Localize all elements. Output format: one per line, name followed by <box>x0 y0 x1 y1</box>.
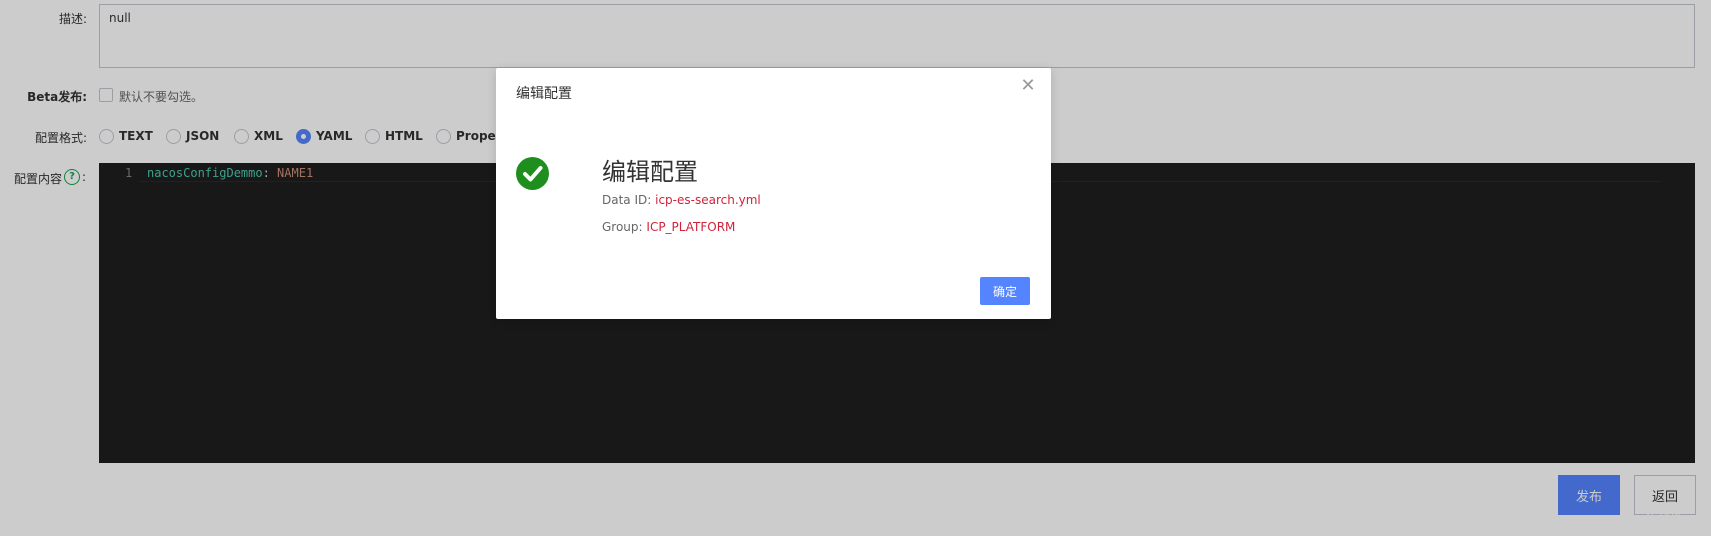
data-id-value: icp-es-search.yml <box>655 193 761 207</box>
group-row: Group: ICP_PLATFORM <box>602 220 735 234</box>
edit-config-dialog: 编辑配置 ✕ 编辑配置 Data ID: icp-es-search.yml G… <box>496 68 1051 319</box>
message-title: 编辑配置 <box>602 158 698 186</box>
success-check-icon <box>516 157 549 190</box>
dialog-title: 编辑配置 <box>516 86 572 102</box>
ok-button[interactable]: 确定 <box>980 277 1030 305</box>
group-value: ICP_PLATFORM <box>646 220 736 234</box>
group-label: Group: <box>602 220 643 234</box>
data-id-label: Data ID: <box>602 193 652 207</box>
data-id-row: Data ID: icp-es-search.yml <box>602 193 761 207</box>
close-icon[interactable]: ✕ <box>1020 77 1036 95</box>
